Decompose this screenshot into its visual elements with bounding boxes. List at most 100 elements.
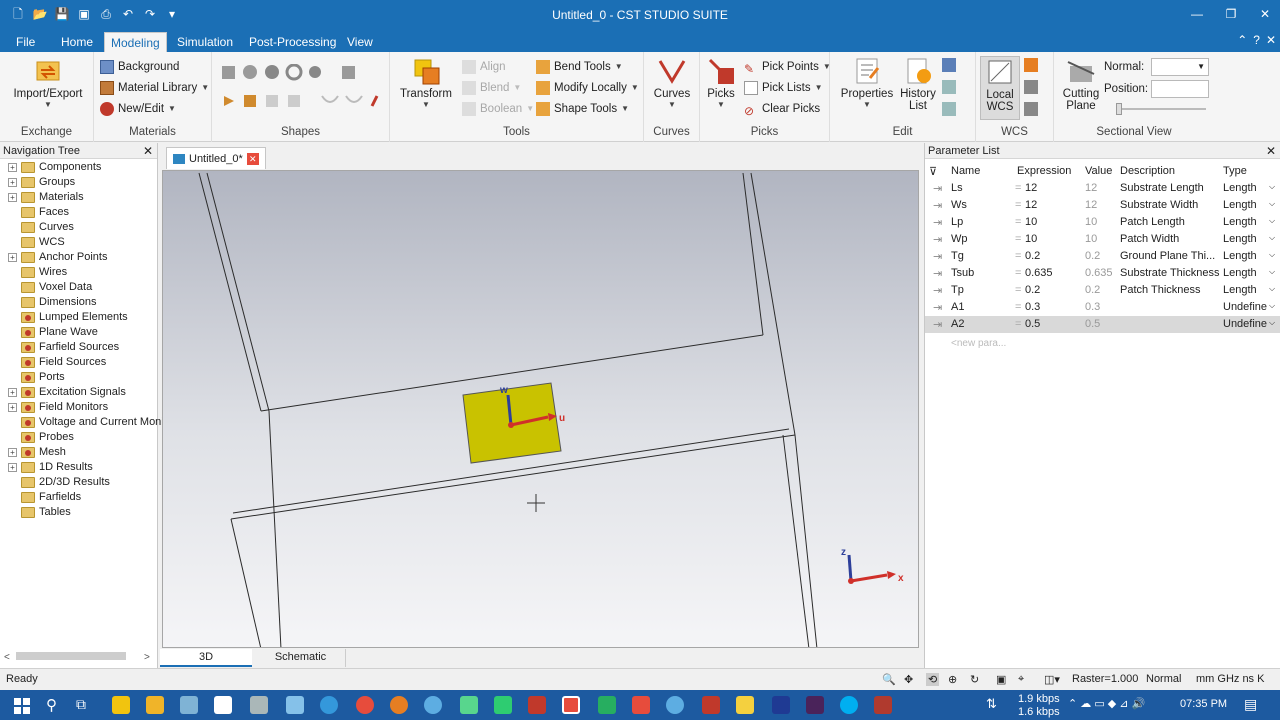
normal-select[interactable]: ▼ [1151,58,1209,76]
help-button[interactable]: ? [1253,33,1260,47]
chevron-down-icon[interactable]: ⌵ [1269,284,1275,294]
wcs-small-icon-1[interactable] [1024,58,1038,72]
app-icon-19[interactable] [736,696,754,714]
cst-studio-icon[interactable] [562,696,580,714]
column-description[interactable]: Description [1120,165,1175,177]
expand-icon[interactable]: + [8,178,17,187]
pick-points-button[interactable]: ✎ Pick Points ▼ [744,58,831,76]
shape-primitives-icons[interactable] [222,64,382,82]
parameter-row[interactable]: ⇥ = Wp 10 10 Patch Width Length ⌵ [925,231,1280,248]
app-icon-1[interactable] [112,696,130,714]
tab-simulation[interactable]: Simulation [171,32,239,52]
firefox-icon[interactable] [390,696,408,714]
curves-button[interactable]: Curves ▼ [648,56,696,109]
tree-item[interactable]: Tables [8,505,71,520]
app-icon-5[interactable] [250,696,268,714]
column-expression[interactable]: Expression [1017,165,1071,177]
app-icon-6[interactable] [286,696,304,714]
close-icon[interactable]: ✕ [1266,143,1276,159]
chevron-down-icon[interactable]: ⌵ [1269,182,1275,192]
tree-item[interactable]: + Anchor Points [8,250,107,265]
chevron-down-icon[interactable]: ⌵ [1269,250,1275,260]
tree-item[interactable]: +1D Results [8,460,93,475]
parameter-row[interactable]: ⇥ = Lp 10 10 Patch Length Length ⌵ [925,214,1280,231]
shape-operations-icons[interactable] [222,92,382,110]
tree-item[interactable]: Lumped Elements [8,310,128,325]
bend-tools-button[interactable]: Bend Tools ▼ [536,58,623,76]
raster-setting[interactable]: Raster=1.000 [1072,673,1138,685]
position-slider[interactable] [1116,108,1206,110]
units-setting[interactable]: mm GHz ns K [1196,673,1264,685]
system-tray-icons[interactable]: ⌃ ☁ ▭ ◆ ⊿ 🔊 [1068,697,1145,710]
rotate-icon[interactable]: ⟲ [926,673,940,686]
app-icon-12[interactable] [494,696,512,714]
edit-small-icon-1[interactable] [942,58,956,72]
illustrator-icon[interactable] [806,696,824,714]
tree-item[interactable]: Dimensions [8,295,96,310]
tree-item[interactable]: Farfields [8,490,81,505]
minimize-button[interactable]: — [1180,4,1214,24]
tree-item[interactable]: Voltage and Current Moni [8,415,164,430]
skype-icon[interactable] [840,696,858,714]
tab-view[interactable]: View [341,32,379,52]
windows-start-icon[interactable] [14,698,30,714]
column-type[interactable]: Type [1223,165,1247,177]
app-icon-10[interactable] [424,696,442,714]
view-frame-icon[interactable]: ▣ [996,673,1006,686]
cutting-plane-button[interactable]: Cutting Plane [1058,56,1104,112]
parameter-row[interactable]: ⇥ = Ls 12 12 Substrate Length Length ⌵ [925,180,1280,197]
file-menu[interactable]: File [10,32,41,52]
view-snap-icon[interactable]: ⌖ [1018,673,1024,686]
collapse-ribbon-icon[interactable]: ⌃ [1237,33,1247,47]
app-icon-18[interactable] [702,696,720,714]
tab-schematic[interactable]: Schematic [256,649,346,667]
app-icon-16[interactable] [632,696,650,714]
new-edit-material-button[interactable]: New/Edit ▼ [100,100,176,118]
tree-item[interactable]: Faces [8,205,69,220]
tree-item[interactable]: + Field Monitors [8,400,108,415]
task-view-icon[interactable]: ⧉ [76,696,86,713]
expand-icon[interactable]: + [8,403,17,412]
zoom-fit-icon[interactable]: ⊕ [948,673,957,686]
tree-item[interactable]: Plane Wave [8,325,98,340]
expand-icon[interactable]: + [8,463,17,472]
transform-button[interactable]: Transform ▼ [396,56,456,109]
app-icon-17[interactable] [666,696,684,714]
expand-icon[interactable]: + [8,163,17,172]
tree-item[interactable]: 2D/3D Results [8,475,110,490]
tree-item[interactable]: Curves [8,220,74,235]
chrome-icon[interactable] [356,696,374,714]
reset-view-icon[interactable]: ↻ [970,673,979,686]
pan-icon[interactable]: ✥ [904,673,913,686]
parameter-row[interactable]: ⇥ = Tp 0.2 0.2 Patch Thickness Length ⌵ [925,282,1280,299]
expand-icon[interactable]: + [8,388,17,397]
maximize-button[interactable]: ❐ [1214,4,1248,24]
tab-post-processing[interactable]: Post-Processing [243,32,342,52]
edit-small-icon-3[interactable] [942,102,956,116]
parameter-row[interactable]: ⇥ = A1 0.3 0.3 Undefine ⌵ [925,299,1280,316]
tab-modeling[interactable]: Modeling [104,32,167,52]
parameter-row[interactable]: ⇥ = Tsub 0.635 0.635 Substrate Thickness Lengt… [925,265,1280,282]
import-export-button[interactable]: Import/Export ▼ [8,56,88,109]
app-icon-11[interactable] [460,696,478,714]
notifications-icon[interactable]: ▤ [1244,696,1257,713]
chevron-down-icon[interactable]: ⌵ [1269,301,1275,311]
tree-item[interactable]: Farfield Sources [8,340,119,355]
app-icon-13[interactable] [528,696,546,714]
chevron-down-icon[interactable]: ⌵ [1269,199,1275,209]
parameter-row[interactable]: ⇥ = A2 0.5 0.5 Undefine ⌵ [925,316,1280,333]
clock[interactable]: 07:35 PM [1180,698,1227,710]
chevron-down-icon[interactable]: ⌵ [1269,233,1275,243]
3d-viewport[interactable]: w u z x [162,170,919,648]
column-name[interactable]: Name [951,165,980,177]
edge-browser-icon[interactable] [320,696,338,714]
tree-item[interactable]: WCS [8,235,65,250]
tree-item[interactable]: + Groups [8,175,75,190]
material-library-button[interactable]: Material Library ▼ [100,79,209,97]
filter-icon[interactable]: ⊽ [929,165,937,178]
tree-item[interactable]: + Excitation Signals [8,385,126,400]
tree-item[interactable]: Wires [8,265,67,280]
expand-icon[interactable]: + [8,253,17,262]
tree-item[interactable]: Probes [8,430,74,445]
tab-3d[interactable]: 3D [160,649,252,667]
